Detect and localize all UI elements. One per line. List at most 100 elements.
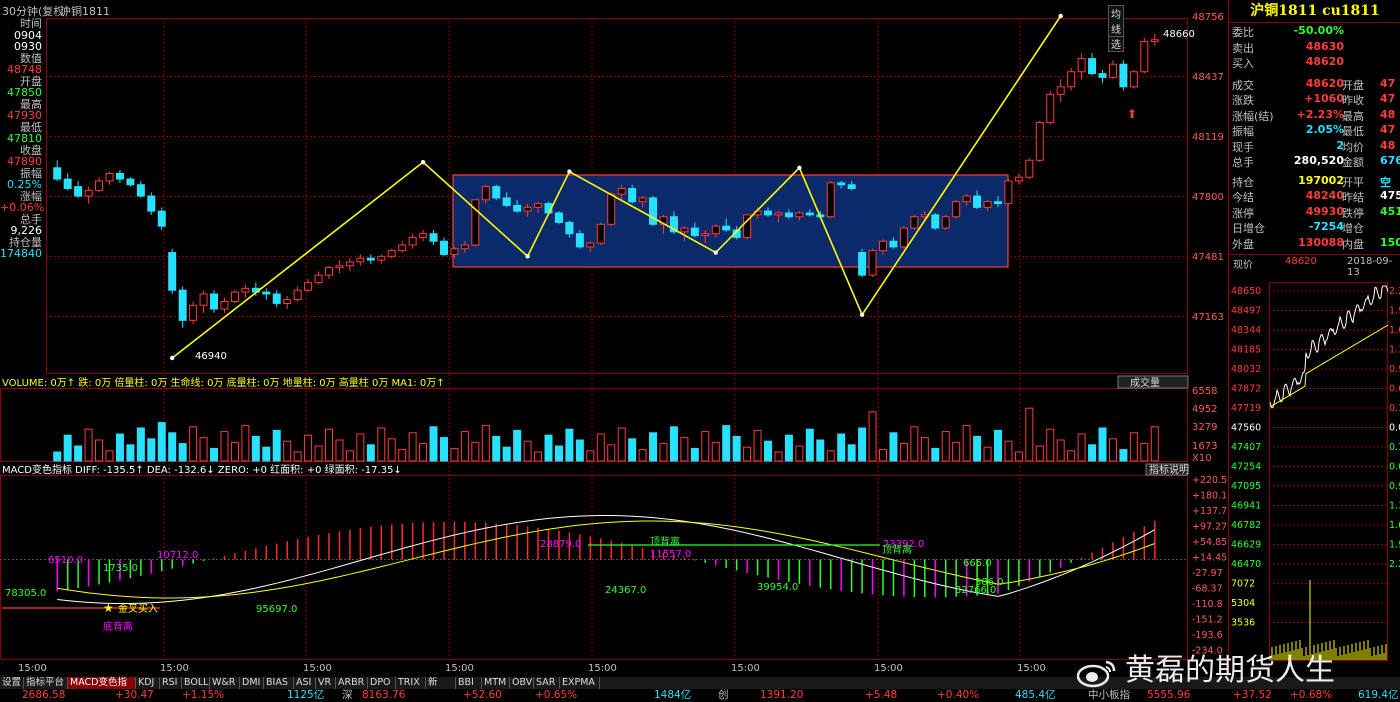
quote-row: 委比 -50.00% (1232, 24, 1400, 40)
volume-bar (241, 425, 250, 462)
quote-row: 涨幅(结) +2.23% 最高 48 (1232, 108, 1400, 124)
indicator-tab[interactable]: BBI (456, 677, 482, 689)
quote-panel: 沪铜1811 cu1811 委比 -50.00% 卖出 48630 买入 48620 成交 4… (1228, 0, 1400, 702)
macd-annotation: 78305.0 (5, 588, 46, 599)
volume-bar (607, 444, 616, 462)
mini-axis-tick: 48032 (1231, 364, 1261, 375)
indicator-tab[interactable]: SAR (534, 677, 560, 689)
candle-body (450, 248, 459, 255)
volume-bar (983, 446, 992, 462)
quote-label: 最低 (1342, 125, 1364, 138)
quote-row: 振幅 2.05% 最低 47 (1232, 123, 1400, 139)
info-value: 47890 (7, 155, 42, 168)
indicator-tab[interactable]: 新DMA (426, 677, 456, 700)
watermark: 黄磊的期货人生 (1075, 645, 1395, 688)
candle-body (858, 252, 867, 276)
volume-bar (764, 440, 773, 462)
candle-body (879, 240, 887, 252)
indicator-tab[interactable]: BOLL (182, 677, 210, 689)
indicator-tab[interactable]: KDJ (136, 677, 160, 689)
indicator-tab[interactable]: 设置 (0, 677, 24, 689)
indicator-help-label[interactable]: 指标说明 (1149, 463, 1189, 476)
candle-body (565, 221, 574, 235)
candle-body (607, 193, 616, 225)
zigzag-pivot (797, 165, 802, 170)
moving-average-button[interactable]: 均线 (1108, 5, 1124, 37)
mini-axis-tick: 47095 (1231, 481, 1261, 492)
indicator-tab[interactable]: ARBR (336, 677, 368, 689)
quote-label: 增仓 (1342, 222, 1364, 235)
volume-bar (1108, 438, 1117, 462)
candle-body (314, 274, 323, 284)
volume-bar (962, 425, 971, 462)
volume-bar (784, 434, 793, 462)
indicator-tab[interactable]: MACD变色指标 (68, 677, 136, 700)
volume-bar (879, 449, 887, 462)
indicator-tab[interactable]: OBV (510, 677, 534, 689)
volume-bar (272, 429, 281, 462)
mini-axis-tick: 47254 (1231, 462, 1261, 473)
candle-body (952, 201, 961, 218)
volume-bar (1129, 432, 1138, 462)
indicator-tab[interactable]: DMI (240, 677, 264, 689)
volume-bar (408, 432, 417, 462)
indicator-tab[interactable]: TRIX (396, 677, 426, 689)
indicator-tab[interactable]: BIAS (264, 677, 294, 689)
mini-price-line (1269, 285, 1389, 409)
candle-body (941, 216, 950, 229)
indicator-tab[interactable]: RSI (160, 677, 182, 689)
indicator-tab[interactable]: 指标平台 (24, 677, 68, 689)
candle-body (680, 227, 689, 233)
volume-bar (1056, 439, 1065, 462)
main-chart[interactable]: 46940 48660 ⬆ 48756 48437 48119 47800 47… (0, 0, 1228, 702)
mini-axis-tick: 1.30 (1389, 501, 1400, 512)
status-value: 1484亿 (654, 689, 692, 701)
status-value: 2686.58 (22, 689, 66, 701)
candle-body (1098, 73, 1107, 78)
mini-axis-tick: 0.33 (1389, 403, 1400, 414)
volume-bar (251, 435, 260, 462)
status-value: 8163.76 (362, 689, 406, 701)
macd-header: MACD变色指标 DIFF: -135.5↑ DEA: -132.6↓ ZERO… (2, 463, 402, 476)
candle-body (837, 182, 846, 186)
volume-bar (1067, 450, 1076, 462)
volume-bar (753, 429, 762, 462)
indicator-tab[interactable]: DPO (368, 677, 396, 689)
zigzag-pivot (567, 169, 572, 174)
candle-body (899, 227, 908, 248)
indicator-tab[interactable]: ASI (294, 677, 316, 689)
candle-body (1119, 63, 1128, 88)
candle-body (439, 240, 448, 255)
macd-axis-tick: +54.85 (1192, 537, 1227, 548)
volume-bar (429, 426, 438, 462)
volume-bar (95, 439, 104, 462)
volume-axis-tick: 6558 (1192, 386, 1217, 397)
volume-bar (826, 450, 835, 462)
candle-body (513, 204, 522, 212)
volume-bar (858, 427, 867, 462)
volume-bar (304, 434, 313, 462)
indicator-tab[interactable]: MTM (482, 677, 510, 689)
volume-dropdown-label[interactable]: 成交量 (1130, 376, 1160, 389)
candle-body (1077, 58, 1086, 73)
indicator-tab[interactable]: W&R (210, 677, 240, 689)
candle-body (1067, 71, 1076, 88)
quote-label: 涨跌 (1232, 94, 1254, 107)
candle-body (690, 227, 699, 237)
indicator-tab[interactable]: EXPMA (560, 677, 600, 689)
candle-body (241, 287, 250, 293)
time-axis-label: 15:00 (18, 663, 47, 674)
volume-bar (1035, 445, 1044, 462)
mini-axis-tick: 7072 (1231, 579, 1255, 590)
volume-bar (889, 432, 898, 462)
intraday-mini-chart[interactable]: 48650 48497 48344 48185 48032 47872 47719 47560… (1229, 282, 1400, 662)
volume-bar (659, 443, 668, 462)
volume-bar (993, 429, 1002, 462)
candle-body (230, 291, 239, 302)
macd-annotation: 10712.0 (157, 550, 198, 561)
candle-body (398, 244, 407, 252)
volume-bar (1140, 443, 1149, 462)
volume-bar (565, 428, 574, 462)
weibo-icon (1076, 660, 1116, 687)
indicator-tab[interactable]: VR (316, 677, 336, 689)
